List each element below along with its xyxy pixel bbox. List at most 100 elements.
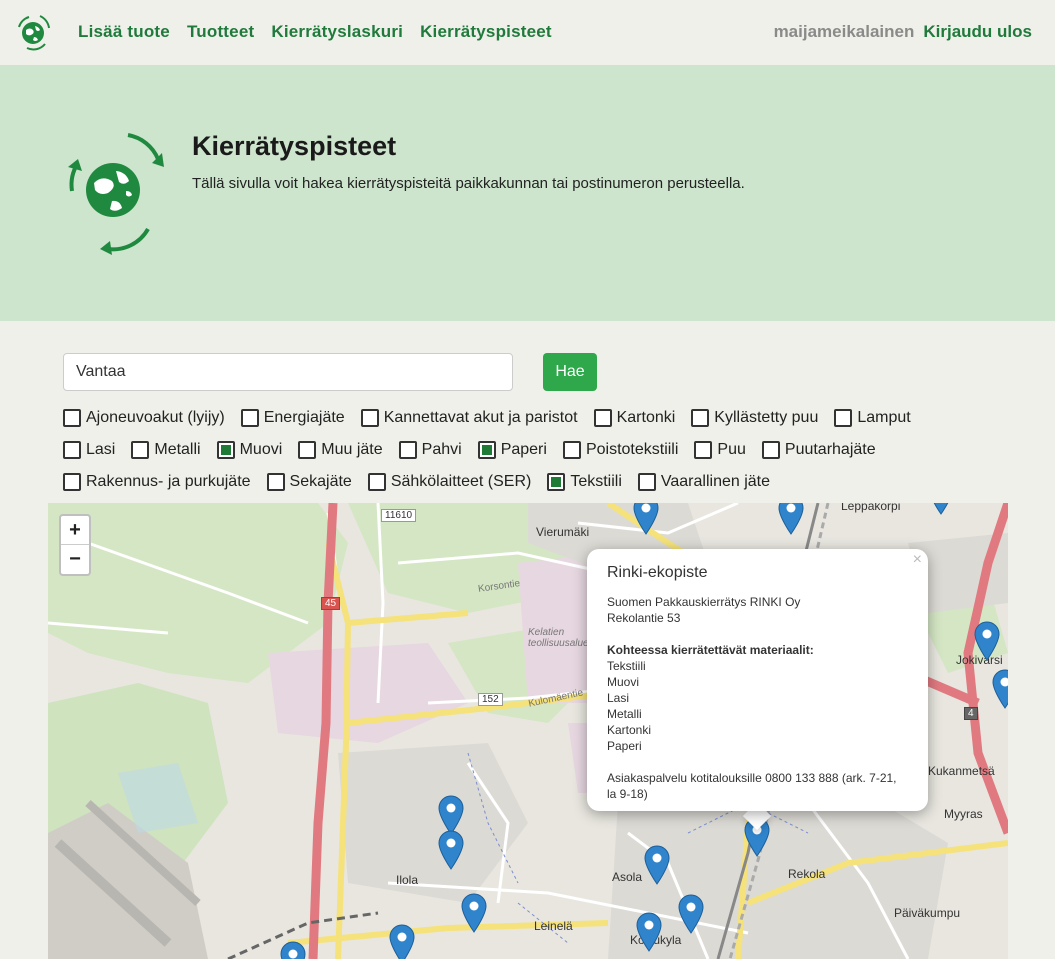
navbar: Lisää tuote Tuotteet Kierrätyslaskuri Ki… — [0, 0, 1055, 65]
filter-label: Metalli — [154, 441, 201, 458]
filter-lamps[interactable]: Lamput — [834, 409, 911, 427]
checkbox[interactable] — [63, 409, 81, 427]
filter-label: Puu — [717, 441, 746, 458]
map-marker-icon[interactable] — [461, 893, 487, 933]
filter-hazardous-waste[interactable]: Vaarallinen jäte — [637, 473, 770, 491]
filter-label: Muovi — [239, 441, 283, 458]
checkbox-checked[interactable] — [216, 441, 235, 459]
filter-metal[interactable]: Metalli — [131, 441, 201, 459]
checkbox[interactable] — [298, 441, 317, 459]
filter-paper[interactable]: Paperi — [477, 441, 547, 459]
checkbox[interactable] — [240, 409, 259, 427]
checkbox[interactable] — [63, 441, 81, 459]
popup-service-info: Asiakaspalvelu kotitalouksille 0800 133 … — [607, 771, 897, 785]
filter-label: Rakennus- ja purkujäte — [86, 473, 251, 490]
filter-wood[interactable]: Puu — [694, 441, 746, 459]
checkbox[interactable] — [360, 409, 379, 427]
page-title: Kierrätyspisteet — [192, 131, 397, 161]
location-popup: × Rinki-ekopiste Suomen Pakkauskierrätys… — [587, 549, 928, 811]
filter-textile[interactable]: Tekstiili — [547, 473, 622, 491]
map-label: Leppäkorpi — [841, 503, 901, 513]
popup-material: Tekstiili — [607, 659, 646, 673]
filter-row-1: Ajoneuvoakut (lyijy) Energiajäte Kannett… — [63, 409, 927, 427]
search-button[interactable]: Hae — [543, 353, 597, 391]
road-number: 45 — [321, 597, 341, 610]
checkbox[interactable] — [691, 409, 710, 427]
filter-other-waste[interactable]: Muu jäte — [298, 441, 383, 459]
filter-label: Vaarallinen jäte — [660, 473, 770, 490]
filter-label: Ajoneuvoakut (lyijy) — [86, 409, 225, 426]
filter-construction-waste[interactable]: Rakennus- ja purkujäte — [63, 473, 251, 491]
checkbox[interactable] — [694, 441, 713, 459]
checkbox[interactable] — [562, 441, 581, 459]
checkbox[interactable] — [266, 473, 285, 491]
map-marker-icon[interactable] — [644, 845, 670, 885]
road-number: 11610 — [381, 509, 417, 522]
checkbox-checked[interactable] — [547, 473, 566, 491]
nav-link-add-product[interactable]: Lisää tuote — [78, 22, 170, 42]
map-marker-icon[interactable] — [438, 830, 464, 870]
username: maijameikalainen — [773, 22, 915, 41]
nav-link-recycling-points[interactable]: Kierrätyspisteet — [420, 22, 552, 42]
filter-label: Paperi — [500, 441, 547, 458]
map-label: Kelatien teollisuusalue — [528, 627, 589, 649]
road-number: 4 — [964, 707, 978, 720]
map-marker-icon[interactable] — [928, 503, 954, 515]
map-marker-icon[interactable] — [974, 621, 1000, 661]
filter-mixed-waste[interactable]: Sekajäte — [266, 473, 352, 491]
filter-row-3: Rakennus- ja purkujäte Sekajäte Sähkölai… — [63, 473, 786, 491]
checkbox[interactable] — [637, 473, 656, 491]
filter-garden-waste[interactable]: Puutarhajäte — [761, 441, 876, 459]
checkbox[interactable] — [593, 409, 612, 427]
filter-label: Tekstiili — [570, 473, 622, 490]
map-label: Asola — [612, 870, 643, 884]
location-search-input[interactable] — [63, 353, 513, 391]
filter-electronics[interactable]: Sähkölaitteet (SER) — [367, 473, 531, 491]
zoom-out-button[interactable]: − — [61, 545, 89, 574]
nav-link-products[interactable]: Tuotteet — [187, 22, 254, 42]
filter-cardboard[interactable]: Kartonki — [593, 409, 675, 427]
checkbox[interactable] — [398, 441, 417, 459]
popup-service-hours: la 9-18) — [607, 787, 648, 801]
filter-vehicle-batteries[interactable]: Ajoneuvoakut (lyijy) — [63, 409, 225, 427]
filter-label: Energiajäte — [263, 409, 345, 426]
checkbox[interactable] — [761, 441, 780, 459]
map-label: Vierumäki — [536, 525, 590, 539]
popup-material: Lasi — [607, 691, 630, 705]
filter-glass[interactable]: Lasi — [63, 441, 115, 459]
map-marker-icon[interactable] — [438, 795, 464, 835]
user-area: maijameikalainen Kirjaudu ulos — [774, 22, 1032, 42]
filter-discarded-textile[interactable]: Poistotekstiili — [562, 441, 679, 459]
map-marker-icon[interactable] — [280, 941, 306, 959]
map-marker-icon[interactable] — [678, 894, 704, 934]
checkbox[interactable] — [131, 441, 150, 459]
filter-portable-batteries[interactable]: Kannettavat akut ja paristot — [360, 409, 578, 427]
recycle-globe-logo-icon[interactable] — [12, 11, 54, 53]
checkbox[interactable] — [367, 473, 386, 491]
zoom-in-button[interactable]: + — [61, 516, 89, 545]
filter-carton[interactable]: Pahvi — [398, 441, 462, 459]
checkbox[interactable] — [63, 473, 81, 491]
logout-link[interactable]: Kirjaudu ulos — [923, 22, 1032, 42]
map-marker-icon[interactable] — [992, 669, 1008, 709]
filter-treated-wood[interactable]: Kyllästetty puu — [691, 409, 818, 427]
zoom-control: + − — [59, 514, 91, 576]
filter-label: Poistotekstiili — [585, 441, 679, 458]
filter-energy-waste[interactable]: Energiajäte — [240, 409, 345, 427]
map-marker-icon[interactable] — [636, 912, 662, 952]
map-label: Ilola — [396, 873, 419, 887]
popup-close-button[interactable]: × — [913, 551, 922, 569]
popup-material: Muovi — [607, 675, 640, 689]
filter-label: Kyllästetty puu — [714, 409, 819, 426]
hero-banner: Kierrätyspisteet Tällä sivulla voit hake… — [0, 65, 1055, 321]
popup-company: Suomen Pakkauskierrätys RINKI Oy — [607, 595, 801, 609]
map-marker-icon[interactable] — [633, 503, 659, 535]
map-marker-icon[interactable] — [778, 503, 804, 535]
nav-link-recycling-calculator[interactable]: Kierrätyslaskuri — [271, 22, 403, 42]
checkbox[interactable] — [834, 409, 853, 427]
map-marker-icon[interactable] — [389, 924, 415, 959]
filter-label: Sekajäte — [289, 473, 352, 490]
checkbox-checked[interactable] — [477, 441, 496, 459]
map-label: Kukanmetsä — [928, 764, 995, 778]
filter-plastic[interactable]: Muovi — [216, 441, 283, 459]
